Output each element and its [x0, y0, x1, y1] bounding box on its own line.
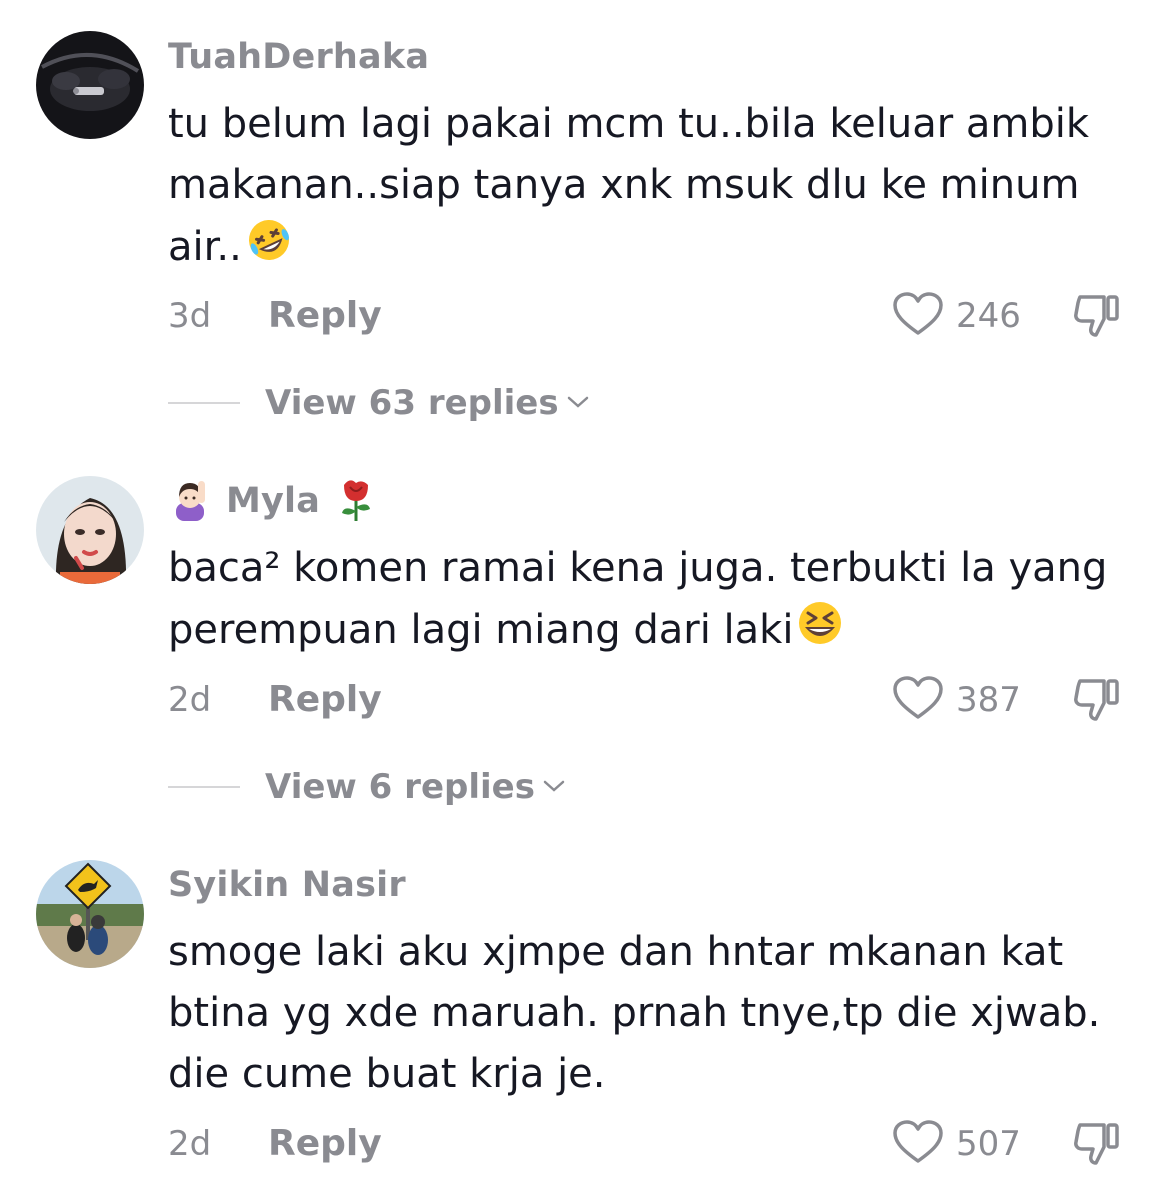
view-replies-button[interactable]: View 6 replies	[168, 762, 565, 812]
thumbs-down-icon[interactable]	[1070, 675, 1124, 725]
like-button[interactable]: 387	[892, 675, 1021, 725]
timestamp: 2d	[168, 680, 212, 720]
comment-text: smoge laki aku xjmpe dan hntar mkanan ka…	[168, 929, 1101, 1097]
avatar[interactable]	[36, 476, 144, 584]
heart-outline-icon	[892, 291, 944, 341]
chevron-down-icon	[567, 394, 589, 413]
comment-text: baca² komen ramai kena juga. terbukti la…	[168, 538, 1128, 665]
like-count: 246	[956, 296, 1021, 336]
username[interactable]: Myla	[226, 481, 320, 521]
reply-button[interactable]: Reply	[268, 675, 382, 725]
view-replies-button[interactable]: View 63 replies	[168, 378, 589, 428]
like-count: 507	[956, 1124, 1021, 1164]
timestamp: 3d	[168, 296, 212, 336]
like-count: 387	[956, 680, 1021, 720]
username[interactable]: Syikin Nasir	[168, 865, 406, 905]
comment-text: tu belum lagi pakai mcm tu..bila keluar …	[168, 94, 1128, 282]
grinning-squinting-emoji	[793, 599, 847, 665]
reply-button[interactable]: Reply	[268, 1119, 382, 1169]
like-button[interactable]: 246	[892, 291, 1021, 341]
heart-outline-icon	[892, 675, 944, 725]
like-button[interactable]: 507	[892, 1119, 1021, 1169]
timestamp: 2d	[168, 1124, 212, 1164]
rofl-emoji	[242, 216, 296, 282]
reply-button[interactable]: Reply	[268, 291, 382, 341]
chevron-down-icon	[543, 778, 565, 797]
thumbs-down-icon[interactable]	[1070, 291, 1124, 341]
divider	[168, 402, 240, 404]
divider	[168, 786, 240, 788]
avatar[interactable]	[36, 31, 144, 139]
avatar[interactable]	[36, 860, 144, 968]
rose-emoji	[336, 475, 376, 527]
woman-raising-hand-emoji	[168, 477, 212, 525]
thumbs-down-icon[interactable]	[1070, 1119, 1124, 1169]
username[interactable]: TuahDerhaka	[168, 37, 429, 77]
heart-outline-icon	[892, 1119, 944, 1169]
